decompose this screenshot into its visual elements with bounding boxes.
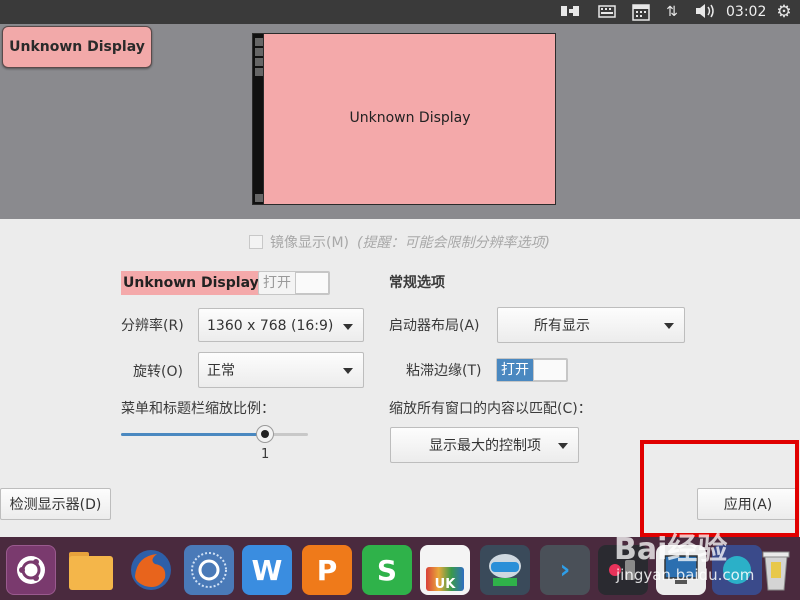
wps-presentation-icon[interactable]: P	[302, 545, 352, 595]
scale-windows-label: 缩放所有窗口的内容以匹配(C)：	[389, 401, 592, 417]
resolution-dropdown[interactable]: 1360 x 768 (16:9)	[198, 308, 364, 342]
launcher-strip-preview	[252, 33, 264, 205]
chevron-down-icon	[558, 443, 568, 449]
baidu-watermark: Bai经验 jingyan.baidu.com	[612, 518, 800, 598]
remote-desktop-icon[interactable]	[480, 545, 530, 595]
chevron-down-icon	[664, 323, 674, 329]
wps-spreadsheet-icon[interactable]: S	[362, 545, 412, 595]
clock[interactable]: 03:02	[726, 3, 766, 21]
top-panel: ⇅ 03:02 ⚙	[0, 0, 800, 24]
mirror-hint: (提醒：可能会限制分辨率选项)	[357, 235, 550, 251]
mirror-label[interactable]: 镜像显示(M)	[270, 234, 349, 252]
terminal-icon[interactable]: ›	[540, 545, 590, 595]
rotation-label: 旋转(O)	[133, 364, 183, 380]
chevron-down-icon	[343, 324, 353, 330]
launcher-placement-value: 所有显示	[534, 318, 590, 334]
software-badge-text: UK	[434, 577, 456, 592]
general-options-heading: 常规选项	[389, 275, 445, 291]
firefox-icon[interactable]	[126, 545, 176, 595]
browser-icon[interactable]	[184, 545, 234, 595]
chevron-down-icon	[343, 368, 353, 374]
scale-value: 1	[261, 447, 270, 462]
ubuntu-logo-icon[interactable]	[6, 545, 56, 595]
sticky-edges-label: 粘滞边缘(T)	[406, 363, 482, 379]
monitor-on-switch[interactable]: 打开	[258, 271, 330, 295]
wps-writer-icon[interactable]: W	[242, 545, 292, 595]
scale-windows-dropdown[interactable]: 显示最大的控制项	[390, 427, 579, 463]
scale-label: 菜单和标题栏缩放比例：	[121, 401, 275, 417]
rotation-dropdown[interactable]: 正常	[198, 352, 364, 388]
scale-slider-handle[interactable]	[256, 425, 274, 443]
sticky-edges-switch[interactable]: 打开	[496, 358, 568, 382]
watermark-url: jingyan.baidu.com	[616, 566, 755, 584]
sticky-switch-label: 打开	[497, 359, 533, 381]
launcher-placement-dropdown[interactable]: 所有显示	[497, 307, 685, 343]
launcher-placement-label: 启动器布局(A)	[389, 318, 480, 334]
detect-displays-button[interactable]: 检测显示器(D)	[0, 488, 111, 520]
display-icon[interactable]	[560, 3, 580, 21]
files-icon[interactable]	[66, 545, 116, 595]
display-label-badge: Unknown Display	[2, 26, 152, 68]
switch-knob	[533, 359, 567, 381]
monitor-switch-label: 打开	[263, 275, 291, 291]
switch-knob	[295, 272, 329, 294]
monitor-preview-label: Unknown Display	[349, 110, 471, 126]
power-gear-icon[interactable]: ⚙	[774, 3, 794, 21]
resolution-label: 分辨率(R)	[121, 318, 184, 334]
calendar-icon[interactable]	[631, 3, 651, 21]
volume-icon[interactable]	[693, 3, 717, 21]
mirror-checkbox[interactable]	[249, 235, 263, 249]
ubuntu-software-icon[interactable]: UK	[420, 545, 470, 595]
monitor-heading: Unknown Display	[121, 271, 261, 295]
scale-windows-value: 显示最大的控制项	[429, 438, 541, 454]
scale-slider-fill	[121, 433, 265, 436]
keyboard-icon[interactable]	[597, 3, 617, 21]
network-updown-icon[interactable]: ⇅	[662, 3, 682, 21]
watermark-brand: Bai经验	[614, 532, 728, 567]
rotation-value: 正常	[207, 363, 235, 379]
resolution-value: 1360 x 768 (16:9)	[207, 318, 334, 334]
